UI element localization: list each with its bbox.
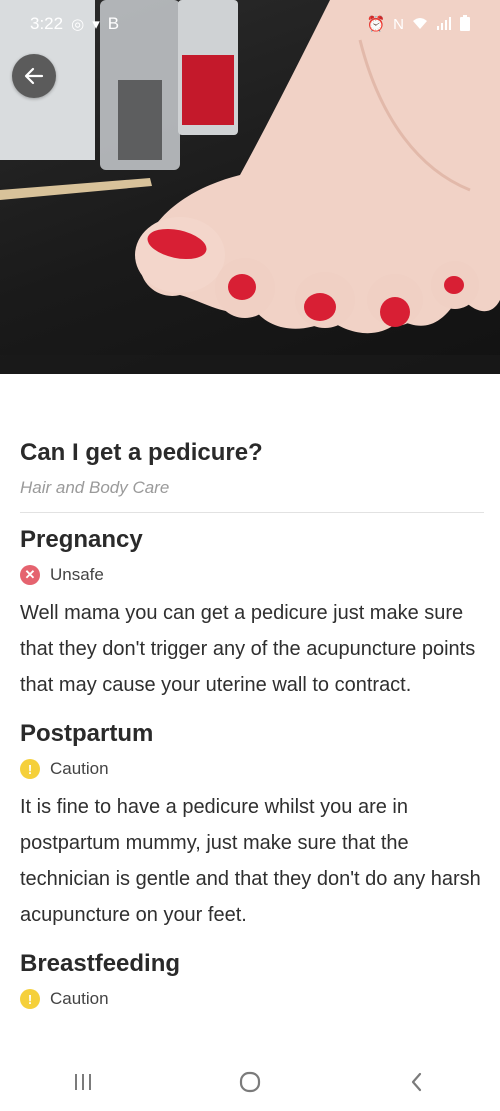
status-row: ! Caution <box>20 987 482 1011</box>
section-heading: Postpartum <box>20 720 154 747</box>
section-breastfeeding: Breastfeeding ! Caution <box>20 947 482 1011</box>
back-button[interactable] <box>12 54 56 98</box>
category-label: Hair and Body Care <box>20 478 170 497</box>
status-label: Caution <box>50 759 109 778</box>
signal-icon <box>436 16 452 33</box>
x-circle-icon: ✕ <box>20 565 40 585</box>
article-content: Can I get a pedicure? Hair and Body Care… <box>20 436 484 1025</box>
status-bar-left: 3:22 ◎ ▾ B <box>30 14 119 34</box>
scroll-clip <box>0 1042 500 1052</box>
section-heading: Breastfeeding <box>20 950 181 977</box>
section-pregnancy: Pregnancy ✕ Unsafe Well mama you can get… <box>20 523 482 703</box>
status-time: 3:22 <box>30 14 64 33</box>
page-title: Can I get a pedicure? <box>20 439 263 466</box>
exclamation-circle-icon: ! <box>20 759 40 779</box>
pedicure-photo <box>0 0 500 374</box>
status-bar: 3:22 ◎ ▾ B ⏰ N <box>0 0 500 48</box>
nav-back-button[interactable] <box>387 1062 447 1102</box>
alarm-icon: ⏰ <box>366 15 386 33</box>
recents-icon <box>75 1073 92 1090</box>
back-chevron-icon <box>411 1072 421 1091</box>
status-bar-right: ⏰ N <box>366 14 470 34</box>
home-button[interactable] <box>220 1062 280 1102</box>
home-icon <box>239 1071 261 1092</box>
status-label: Caution <box>50 989 109 1008</box>
section-body: It is fine to have a pedicure whilst you… <box>20 796 481 926</box>
exclamation-circle-icon: ! <box>20 989 40 1009</box>
battery-icon <box>460 14 470 34</box>
system-nav-bar <box>0 1052 500 1111</box>
section-postpartum: Postpartum ! Caution It is fine to have … <box>20 717 482 933</box>
nfc-icon: N <box>393 15 404 33</box>
recents-button[interactable] <box>53 1062 113 1102</box>
owl-icon: ▾ <box>92 15 100 33</box>
arrow-left-icon <box>24 67 44 85</box>
section-body: Well mama you can get a pedicure just ma… <box>20 602 476 696</box>
hero-image: 3:22 ◎ ▾ B ⏰ N <box>0 0 500 374</box>
divider <box>20 512 484 513</box>
wifi-icon <box>412 16 428 33</box>
status-label: Unsafe <box>50 565 104 584</box>
status-row: ✕ Unsafe <box>20 563 482 587</box>
section-heading: Pregnancy <box>20 526 143 553</box>
b-badge: B <box>107 14 120 33</box>
status-row: ! Caution <box>20 757 482 781</box>
gallery-icon: ◎ <box>71 15 85 33</box>
